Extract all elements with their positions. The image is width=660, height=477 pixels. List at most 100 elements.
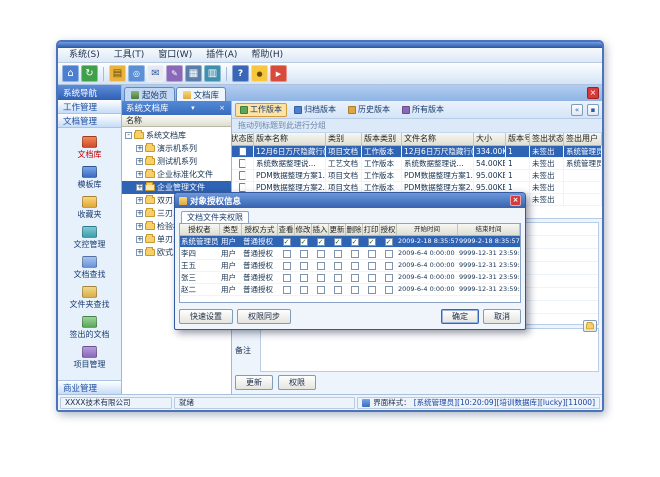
insert-checkbox[interactable]: ✓	[317, 238, 325, 246]
permission-row[interactable]: 李四 用户 普通授权 2009-6-4 0:00:00 9999-12-31 2…	[180, 248, 520, 260]
grant-checkbox[interactable]	[385, 262, 393, 270]
expand-icon[interactable]	[136, 145, 143, 152]
tab-start-page[interactable]: 起始页	[124, 87, 175, 101]
column-header[interactable]: 查看	[278, 224, 295, 235]
modify-checkbox[interactable]	[300, 286, 308, 294]
update-checkbox[interactable]	[334, 274, 342, 282]
column-header[interactable]: 版本号	[506, 133, 530, 145]
tree-item[interactable]: 测试机系列	[122, 155, 231, 168]
folder-icon[interactable]	[109, 65, 126, 82]
delete-checkbox[interactable]	[351, 262, 359, 270]
column-header[interactable]: 修改	[295, 224, 312, 235]
sidebar-group-document[interactable]: 文档管理	[58, 114, 121, 128]
column-header[interactable]: 类别	[326, 133, 362, 145]
expand-icon[interactable]	[136, 236, 143, 243]
column-header[interactable]: 版本名称	[254, 133, 326, 145]
modify-checkbox[interactable]	[300, 262, 308, 270]
browse-folder-button[interactable]	[583, 320, 597, 332]
modify-checkbox[interactable]: ✓	[300, 238, 308, 246]
permission-sync-button[interactable]: 权限同步	[237, 309, 291, 324]
all-versions-button[interactable]: 所有版本	[397, 103, 449, 117]
sidebar-item-folder-search[interactable]: 文件夹查找	[58, 282, 121, 312]
menu-system[interactable]: 系统(S)	[62, 48, 107, 62]
menu-plugins[interactable]: 插件(A)	[199, 48, 244, 62]
view-checkbox[interactable]: ✓	[283, 238, 291, 246]
tree-column-header[interactable]: 名称	[122, 115, 231, 127]
delete-checkbox[interactable]	[351, 286, 359, 294]
column-header[interactable]: 授权方式	[242, 224, 278, 235]
expand-icon[interactable]	[136, 249, 143, 256]
close-icon[interactable]	[587, 87, 599, 99]
calculator-icon[interactable]	[185, 65, 202, 82]
view-checkbox[interactable]	[283, 274, 291, 282]
column-header[interactable]: 版本类别	[362, 133, 402, 145]
grant-checkbox[interactable]	[385, 286, 393, 294]
print-checkbox[interactable]	[368, 274, 376, 282]
archived-version-button[interactable]: 归档版本	[289, 103, 341, 117]
lock-icon[interactable]	[251, 65, 268, 82]
expand-icon[interactable]	[136, 171, 143, 178]
edit-icon[interactable]	[166, 65, 183, 82]
group-by-bar[interactable]: 拖动列标题到此进行分组	[232, 119, 602, 133]
remark-textarea[interactable]	[260, 328, 599, 372]
update-checkbox[interactable]	[334, 286, 342, 294]
tree-item[interactable]: 演示机系列	[122, 142, 231, 155]
quick-setup-button[interactable]: 快速设置	[179, 309, 233, 324]
view-checkbox[interactable]	[283, 250, 291, 258]
column-header[interactable]: 更新	[329, 224, 346, 235]
column-header[interactable]: 状态图	[232, 133, 254, 145]
insert-checkbox[interactable]	[317, 286, 325, 294]
column-header[interactable]: 类型	[220, 224, 242, 235]
insert-checkbox[interactable]	[317, 262, 325, 270]
collapse-icon[interactable]	[125, 132, 132, 139]
update-checkbox[interactable]: ✓	[334, 238, 342, 246]
column-header[interactable]: 插入	[312, 224, 329, 235]
delete-checkbox[interactable]	[351, 250, 359, 258]
tab-document-library[interactable]: 文档库	[176, 87, 227, 101]
grant-checkbox[interactable]: ✓	[385, 238, 393, 246]
print-checkbox[interactable]	[368, 262, 376, 270]
expand-icon[interactable]	[136, 158, 143, 165]
column-header[interactable]: 文件名称	[402, 133, 474, 145]
close-icon[interactable]	[510, 195, 521, 206]
column-header[interactable]: 签出用户	[564, 133, 602, 145]
permission-button[interactable]: 权限	[278, 375, 316, 390]
collapse-panel-icon[interactable]: «	[571, 104, 583, 116]
menu-window[interactable]: 窗口(W)	[151, 48, 199, 62]
permission-row[interactable]: 系统管理员 用户 普通授权 ✓ ✓ ✓ ✓ ✓ ✓ ✓ 2009-2-18 8:…	[180, 236, 520, 248]
print-checkbox[interactable]: ✓	[368, 238, 376, 246]
update-checkbox[interactable]	[334, 250, 342, 258]
column-header[interactable]: 授权者	[180, 224, 220, 235]
home-icon[interactable]	[62, 65, 79, 82]
tab-folder-permissions[interactable]: 文档文件夹权限	[181, 211, 249, 223]
menu-help[interactable]: 帮助(H)	[244, 48, 290, 62]
column-header[interactable]: 删除	[346, 224, 363, 235]
permission-row[interactable]: 赵二 用户 普通授权 2009-6-4 0:00:00 9999-12-31 2…	[180, 284, 520, 296]
modify-checkbox[interactable]	[300, 274, 308, 282]
column-header[interactable]: 开始时间	[397, 224, 458, 235]
update-checkbox[interactable]	[334, 262, 342, 270]
mail-icon[interactable]	[147, 65, 164, 82]
search-icon[interactable]	[128, 65, 145, 82]
grant-checkbox[interactable]	[385, 274, 393, 282]
cancel-button[interactable]: 取消	[483, 309, 521, 324]
view-checkbox[interactable]	[283, 262, 291, 270]
expand-icon[interactable]	[136, 197, 143, 204]
permission-row[interactable]: 王五 用户 普通授权 2009-6-4 0:00:00 9999-12-31 2…	[180, 260, 520, 272]
layout-icon[interactable]: ▪	[587, 104, 599, 116]
print-checkbox[interactable]	[368, 250, 376, 258]
column-header[interactable]: 授权	[380, 224, 397, 235]
close-tree-icon[interactable]: ×	[217, 104, 227, 112]
ok-button[interactable]: 确定	[441, 309, 479, 324]
insert-checkbox[interactable]	[317, 274, 325, 282]
exit-icon[interactable]	[270, 65, 287, 82]
expand-icon[interactable]	[136, 223, 143, 230]
tree-item[interactable]: 企业标准化文件	[122, 168, 231, 181]
history-version-button[interactable]: 历史版本	[343, 103, 395, 117]
refresh-icon[interactable]	[81, 65, 98, 82]
sidebar-item-document-library[interactable]: 文档库	[58, 132, 121, 162]
permission-row[interactable]: 张三 用户 普通授权 2009-6-4 0:00:00 9999-12-31 2…	[180, 272, 520, 284]
chart-icon[interactable]	[204, 65, 221, 82]
working-version-button[interactable]: 工作版本	[235, 103, 287, 117]
delete-checkbox[interactable]	[351, 274, 359, 282]
